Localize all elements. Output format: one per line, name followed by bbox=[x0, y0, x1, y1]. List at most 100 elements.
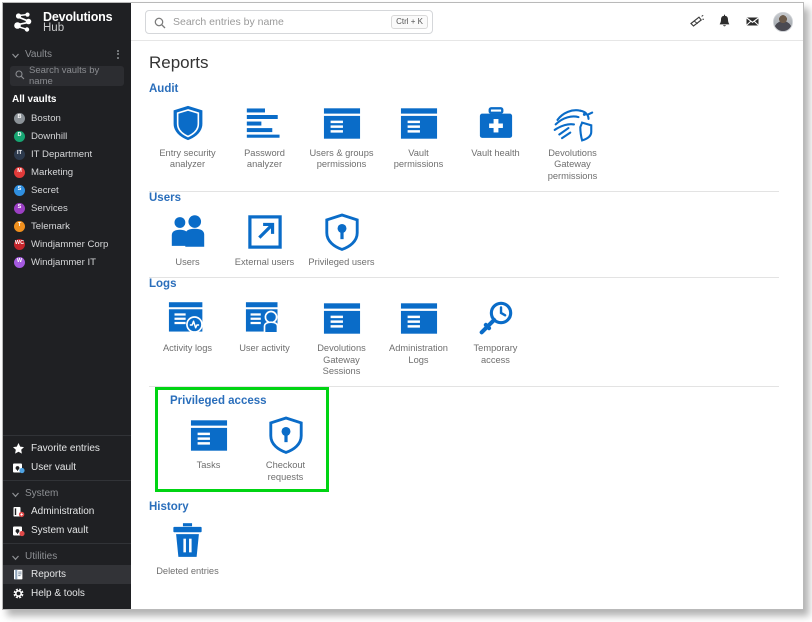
report-tile-label: Deleted entries bbox=[156, 565, 219, 576]
vaults-section-label: Vaults bbox=[25, 48, 53, 60]
system-section-header[interactable]: System bbox=[3, 484, 131, 502]
main-area: Ctrl + K bbox=[131, 3, 803, 609]
window-user-icon bbox=[245, 298, 284, 338]
report-tile[interactable]: Checkout requests bbox=[247, 413, 324, 483]
sidebar-item-reports[interactable]: Reports bbox=[3, 565, 131, 584]
tile-row: Users External users Privileged users bbox=[149, 206, 803, 268]
trash-icon bbox=[172, 521, 203, 561]
app-logo[interactable]: Devolutions Hub bbox=[3, 3, 131, 45]
tile-row: Activity logs User activity Devolutions Ga… bbox=[149, 292, 803, 377]
notifications-bell-icon[interactable] bbox=[717, 14, 732, 29]
report-tile-label: Entry security analyzer bbox=[159, 148, 216, 170]
vault-name: Windjammer Corp bbox=[31, 238, 109, 250]
report-tile[interactable]: External users bbox=[226, 210, 303, 268]
medical-kit-icon bbox=[479, 103, 513, 143]
topbar-icons bbox=[689, 11, 793, 32]
kebab-menu-icon[interactable] bbox=[113, 49, 123, 59]
help-tools-icon bbox=[12, 587, 25, 600]
vault-name: Marketing bbox=[31, 166, 74, 178]
sidebar-item-user-vault[interactable]: User vault bbox=[3, 458, 131, 477]
window-list-icon bbox=[323, 103, 361, 143]
group-title: Users bbox=[149, 191, 181, 204]
sidebar-item-administration[interactable]: Administration bbox=[3, 502, 131, 521]
report-tile[interactable]: Devolutions Gateway Sessions bbox=[303, 296, 380, 377]
group-title: History bbox=[149, 500, 189, 513]
vault-item[interactable]: B Boston bbox=[3, 109, 131, 127]
report-tile[interactable]: Password analyzer bbox=[226, 101, 303, 171]
star-icon bbox=[12, 442, 25, 455]
search-icon bbox=[154, 16, 166, 28]
app-window: Devolutions Hub Vaults Search vaults by … bbox=[2, 2, 804, 610]
report-tile-label: Devolutions Gateway Sessions bbox=[317, 343, 366, 376]
report-tile[interactable]: Tasks bbox=[170, 413, 247, 471]
vault-item[interactable]: M Marketing bbox=[3, 163, 131, 181]
sidebar-item-system-vault[interactable]: System vault bbox=[3, 521, 131, 540]
vault-avatar: S bbox=[14, 202, 25, 214]
vault-item[interactable]: W Windjammer IT bbox=[3, 253, 131, 271]
sidebar-item-help-tools[interactable]: Help & tools bbox=[3, 584, 131, 603]
user-vault-icon bbox=[12, 461, 25, 474]
vault-item[interactable]: S Secret bbox=[3, 181, 131, 199]
vault-item[interactable]: T Telemark bbox=[3, 217, 131, 235]
vault-item[interactable]: IT IT Department bbox=[3, 145, 131, 163]
sidebar-item-label: Reports bbox=[31, 569, 67, 580]
report-tile-label: Vault permissions bbox=[393, 148, 444, 170]
chevron-down-icon bbox=[11, 51, 20, 60]
report-tile-label: Tasks bbox=[196, 460, 221, 471]
vault-avatar: B bbox=[14, 112, 25, 124]
vault-item[interactable]: S Services bbox=[3, 199, 131, 217]
logo-subtitle: Hub bbox=[43, 22, 65, 35]
report-tile-label: User activity bbox=[239, 343, 290, 354]
sidebar: Devolutions Hub Vaults Search vaults by … bbox=[3, 3, 131, 609]
report-tile-label: Devolutions Gateway permissions bbox=[547, 148, 598, 181]
report-tile[interactable]: Entry security analyzer bbox=[149, 101, 226, 171]
vault-item[interactable]: WC Windjammer Corp bbox=[3, 235, 131, 253]
report-tile-label: Temporary access bbox=[473, 343, 518, 365]
sidebar-item-label: User vault bbox=[31, 462, 77, 473]
report-tile[interactable]: Deleted entries bbox=[149, 519, 226, 577]
report-tile-label: Privileged users bbox=[308, 256, 375, 267]
report-tile[interactable]: Privileged users bbox=[303, 210, 380, 268]
report-tile[interactable]: Activity logs bbox=[149, 296, 226, 354]
chevron-down-icon bbox=[11, 553, 20, 562]
reports-content: Reports Audit Entry security analyzer Pass… bbox=[131, 41, 803, 609]
report-tile[interactable]: Users & groups permissions bbox=[303, 101, 380, 171]
report-tile[interactable]: User activity bbox=[226, 296, 303, 354]
highlight-box: Privileged access Tasks Checkout requests bbox=[155, 387, 329, 492]
user-avatar[interactable] bbox=[773, 11, 793, 32]
report-tile-label: Users bbox=[175, 256, 200, 267]
report-tile[interactable]: Devolutions Gateway permissions bbox=[534, 101, 611, 182]
search-input[interactable] bbox=[173, 15, 392, 28]
vault-name: Boston bbox=[31, 112, 61, 124]
vaults-section-header[interactable]: Vaults bbox=[3, 45, 131, 63]
announcements-icon[interactable] bbox=[689, 14, 704, 29]
report-tile[interactable]: Vault health bbox=[457, 101, 534, 159]
vault-item[interactable]: D Downhill bbox=[3, 127, 131, 145]
report-tile-label: Vault health bbox=[471, 148, 520, 158]
reports-icon bbox=[12, 568, 25, 581]
all-vaults-label[interactable]: All vaults bbox=[3, 91, 131, 109]
sidebar-item-favorite-entries[interactable]: Favorite entries bbox=[3, 439, 131, 458]
report-tile[interactable]: Vault permissions bbox=[380, 101, 457, 171]
tile-row: Tasks Checkout requests bbox=[170, 409, 326, 483]
search-shortcut-badge: Ctrl + K bbox=[391, 14, 428, 29]
top-bar: Ctrl + K bbox=[131, 3, 803, 41]
report-tile[interactable]: Administration Logs bbox=[380, 296, 457, 366]
report-tile[interactable]: Temporary access bbox=[457, 296, 534, 366]
vault-name: Telemark bbox=[31, 220, 70, 232]
report-groups: Audit Entry security analyzer Password ana… bbox=[131, 83, 803, 577]
global-search[interactable]: Ctrl + K bbox=[145, 9, 433, 34]
report-tile[interactable]: Users bbox=[149, 210, 226, 268]
window-list-icon bbox=[400, 103, 438, 143]
utilities-section-header[interactable]: Utilities bbox=[3, 547, 131, 565]
vault-avatar: WC bbox=[14, 238, 25, 250]
report-tile-label: Password analyzer bbox=[244, 148, 285, 170]
vault-avatar: IT bbox=[14, 148, 25, 160]
two-users-icon bbox=[170, 212, 206, 252]
window-pulse-icon bbox=[168, 298, 207, 338]
messages-envelope-icon[interactable] bbox=[745, 14, 760, 29]
vault-search-input[interactable]: Search vaults by name bbox=[10, 65, 124, 87]
vault-avatar: M bbox=[14, 166, 25, 178]
vault-name: Windjammer IT bbox=[31, 256, 97, 268]
vault-name: IT Department bbox=[31, 148, 93, 160]
